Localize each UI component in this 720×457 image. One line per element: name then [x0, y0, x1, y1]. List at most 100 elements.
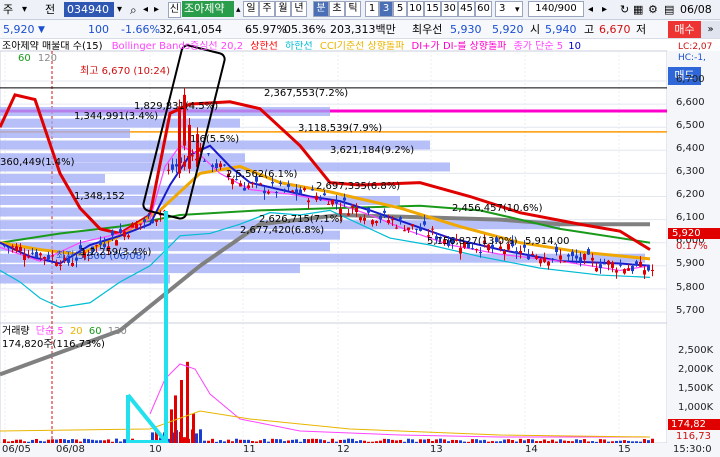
stock-code-input[interactable]: 034940 — [64, 2, 114, 17]
legend-upper[interactable]: 상한선 — [250, 41, 278, 52]
candle-body — [11, 246, 14, 248]
interval-45[interactable]: 45 — [458, 1, 475, 17]
name-arrow-icon[interactable]: ▴ — [236, 2, 241, 18]
volume-bar — [227, 439, 230, 443]
candle-body — [387, 220, 390, 223]
legend-bollinger[interactable]: Bollinger Bands중심선 20,2 — [112, 41, 243, 52]
legend-ma120[interactable]: 120 — [38, 53, 57, 64]
toolbar-label-1[interactable]: 주 — [3, 2, 13, 18]
volume-bar — [471, 439, 474, 443]
vp-label: 2,456,457(10.6%) — [452, 203, 543, 214]
candle-body — [599, 264, 602, 269]
legend-title[interactable]: 조아제약 매물대 수(15) — [2, 41, 103, 52]
volume-bar — [95, 440, 98, 443]
volume-ma120[interactable]: 120 — [108, 326, 127, 337]
volume-bar — [515, 441, 518, 443]
candle-body — [403, 230, 406, 232]
volume-bar — [259, 440, 262, 443]
volume-bar — [79, 441, 82, 443]
volume-ma5[interactable]: 단순 5 — [36, 326, 64, 337]
candle-body — [543, 257, 546, 262]
candle-body — [295, 189, 298, 195]
period-second[interactable]: 초 — [329, 1, 345, 17]
toolbar-label-2[interactable]: 전 — [45, 2, 55, 18]
candle-body — [203, 160, 206, 162]
interval-15[interactable]: 15 — [424, 1, 441, 17]
candle-body — [39, 253, 42, 256]
volume-bar — [99, 440, 102, 443]
buy-button[interactable]: 매수 — [668, 21, 701, 38]
scroll-left-icon[interactable]: ◂ — [588, 2, 593, 18]
price-tick: 5,900 — [676, 258, 705, 269]
volume-ma20[interactable]: 20 — [70, 326, 83, 337]
volume-bar — [71, 439, 74, 443]
candle-body — [351, 206, 354, 208]
period-month[interactable]: 월 — [275, 1, 291, 17]
period-minute[interactable]: 분 — [313, 1, 329, 17]
prev-stock-icon[interactable]: ◂ — [143, 2, 148, 18]
code-dropdown-icon[interactable]: ▾ — [117, 2, 122, 18]
vp-bar — [0, 274, 170, 284]
candle-body — [615, 270, 618, 273]
legend-lower[interactable]: 하한선 — [285, 41, 313, 52]
time-tick: 15 — [618, 444, 631, 455]
volume-bar — [607, 441, 610, 443]
reset-icon[interactable]: ↻ — [620, 2, 629, 18]
volume-bar — [523, 440, 526, 443]
collapse-icon[interactable]: » — [701, 21, 720, 38]
legend-di[interactable]: DI+가 DI-를 상향돌파 — [412, 41, 507, 52]
interval-dropdown-icon[interactable]: ▾ — [515, 2, 520, 18]
volume-bar — [427, 438, 430, 443]
calendar-icon[interactable]: ▦ — [633, 2, 643, 18]
interval-5[interactable]: 5 — [393, 1, 407, 17]
period-tick[interactable]: 틱 — [345, 1, 361, 17]
candle-body — [311, 189, 314, 191]
volume-bar — [439, 438, 442, 443]
interval-3[interactable]: 3 — [379, 1, 393, 17]
volume-tick: 2,500K — [678, 345, 714, 356]
bid2-value: 5,920 — [492, 23, 524, 36]
volume-bar — [543, 439, 546, 443]
interval-1[interactable]: 1 — [365, 1, 379, 17]
period-week[interactable]: 주 — [259, 1, 275, 17]
next-stock-icon[interactable]: ▸ — [154, 2, 159, 18]
legend-ma5[interactable]: 종가 단순 5 — [514, 41, 564, 52]
settings-icon[interactable]: ⚙ — [648, 2, 658, 18]
legend-cci[interactable]: CCI기준선 상향돌파 — [320, 41, 405, 52]
interval-60[interactable]: 60 — [475, 1, 492, 17]
interval-10[interactable]: 10 — [407, 1, 424, 17]
volume-ma60[interactable]: 60 — [89, 326, 102, 337]
candle-body — [359, 217, 362, 221]
candle-body — [459, 247, 462, 254]
legend-ma60[interactable]: 60 — [18, 53, 31, 64]
volume-bar — [407, 438, 410, 443]
legend-ma10[interactable]: 10 — [568, 41, 581, 52]
volume-bar — [19, 439, 22, 443]
volume-legend-title[interactable]: 거래량 — [2, 326, 30, 337]
candle-body — [539, 259, 542, 264]
period-day[interactable]: 일 — [243, 1, 259, 17]
date-field[interactable]: 06/08 — [680, 2, 712, 18]
scroll-right-icon[interactable]: ▸ — [602, 2, 607, 18]
vp-label: 2,626,715(7.1%) — [259, 214, 344, 225]
time-tick: 10 — [149, 444, 162, 455]
count-field[interactable]: 140/900 — [528, 1, 584, 17]
candle-body — [51, 255, 54, 257]
time-tick: 06/05 — [2, 444, 31, 455]
dropdown-arrow-icon[interactable]: ▾ — [22, 2, 27, 18]
search-icon[interactable]: ⌕ — [130, 2, 137, 18]
volume-bar — [180, 380, 183, 443]
volume-bar — [271, 438, 274, 443]
vp-label: 1,2,259(3.4%) — [80, 247, 152, 258]
volume-bar — [615, 440, 618, 443]
volume-bar — [343, 439, 346, 443]
candle-body — [559, 255, 562, 260]
interval-30[interactable]: 30 — [441, 1, 458, 17]
candle-body — [319, 199, 322, 201]
period-year[interactable]: 년 — [291, 1, 307, 17]
volume-bar — [51, 439, 54, 443]
volume-bar — [475, 439, 478, 443]
volume-bar — [387, 439, 390, 443]
volume-bar — [103, 440, 106, 443]
grid-icon[interactable]: ▤ — [664, 2, 674, 18]
